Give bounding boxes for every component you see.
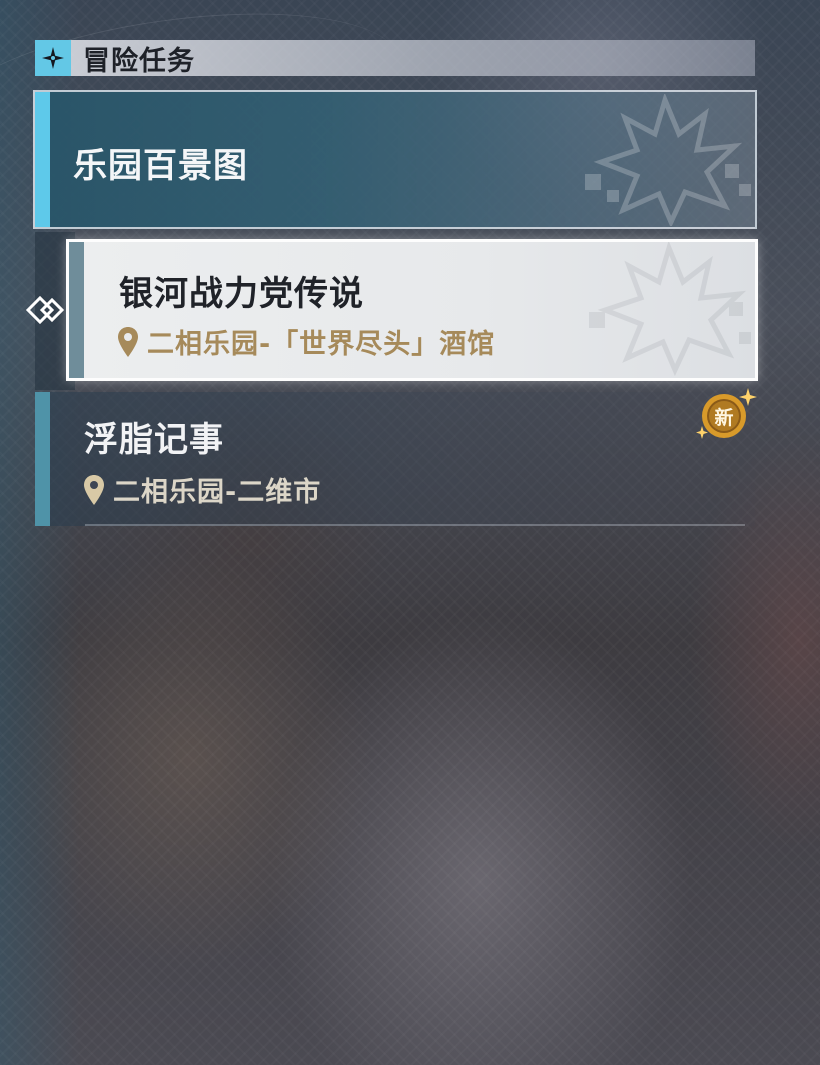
accent-bar [35,92,50,227]
quest-title: 乐园百景图 [73,146,248,186]
quest-title: 浮脂记事 [84,420,224,460]
quest-category-item[interactable]: 乐园百景图 [33,90,757,229]
quest-location-text: 二相乐园-「世界尽头」酒馆 [147,329,496,360]
quest-location: 二相乐园-「世界尽头」酒馆 [117,322,495,361]
location-pin-icon [84,474,104,505]
accent-bar [69,242,84,378]
selection-arrow-icon [25,295,65,325]
accent-bar [35,392,50,526]
new-badge: 新 [694,386,758,444]
section-title: 冒险任务 [83,45,195,77]
emblem-icon [585,94,751,226]
quest-item-selected[interactable]: 银河战力党传说 二相乐园-「世界尽头」酒馆 [66,239,758,381]
location-pin-icon [118,326,138,357]
quest-location: 二相乐园-二维市 [83,470,321,509]
divider [85,524,745,526]
section-header: 冒险任务 [35,40,755,77]
new-badge-label: 新 [714,406,734,429]
four-point-star-icon [35,40,71,76]
quest-item[interactable]: 浮脂记事 二相乐园-二维市 [35,392,755,526]
quest-location-text: 二相乐园-二维市 [113,477,322,508]
emblem-icon [589,242,751,377]
quest-title: 银河战力党传说 [119,274,364,314]
